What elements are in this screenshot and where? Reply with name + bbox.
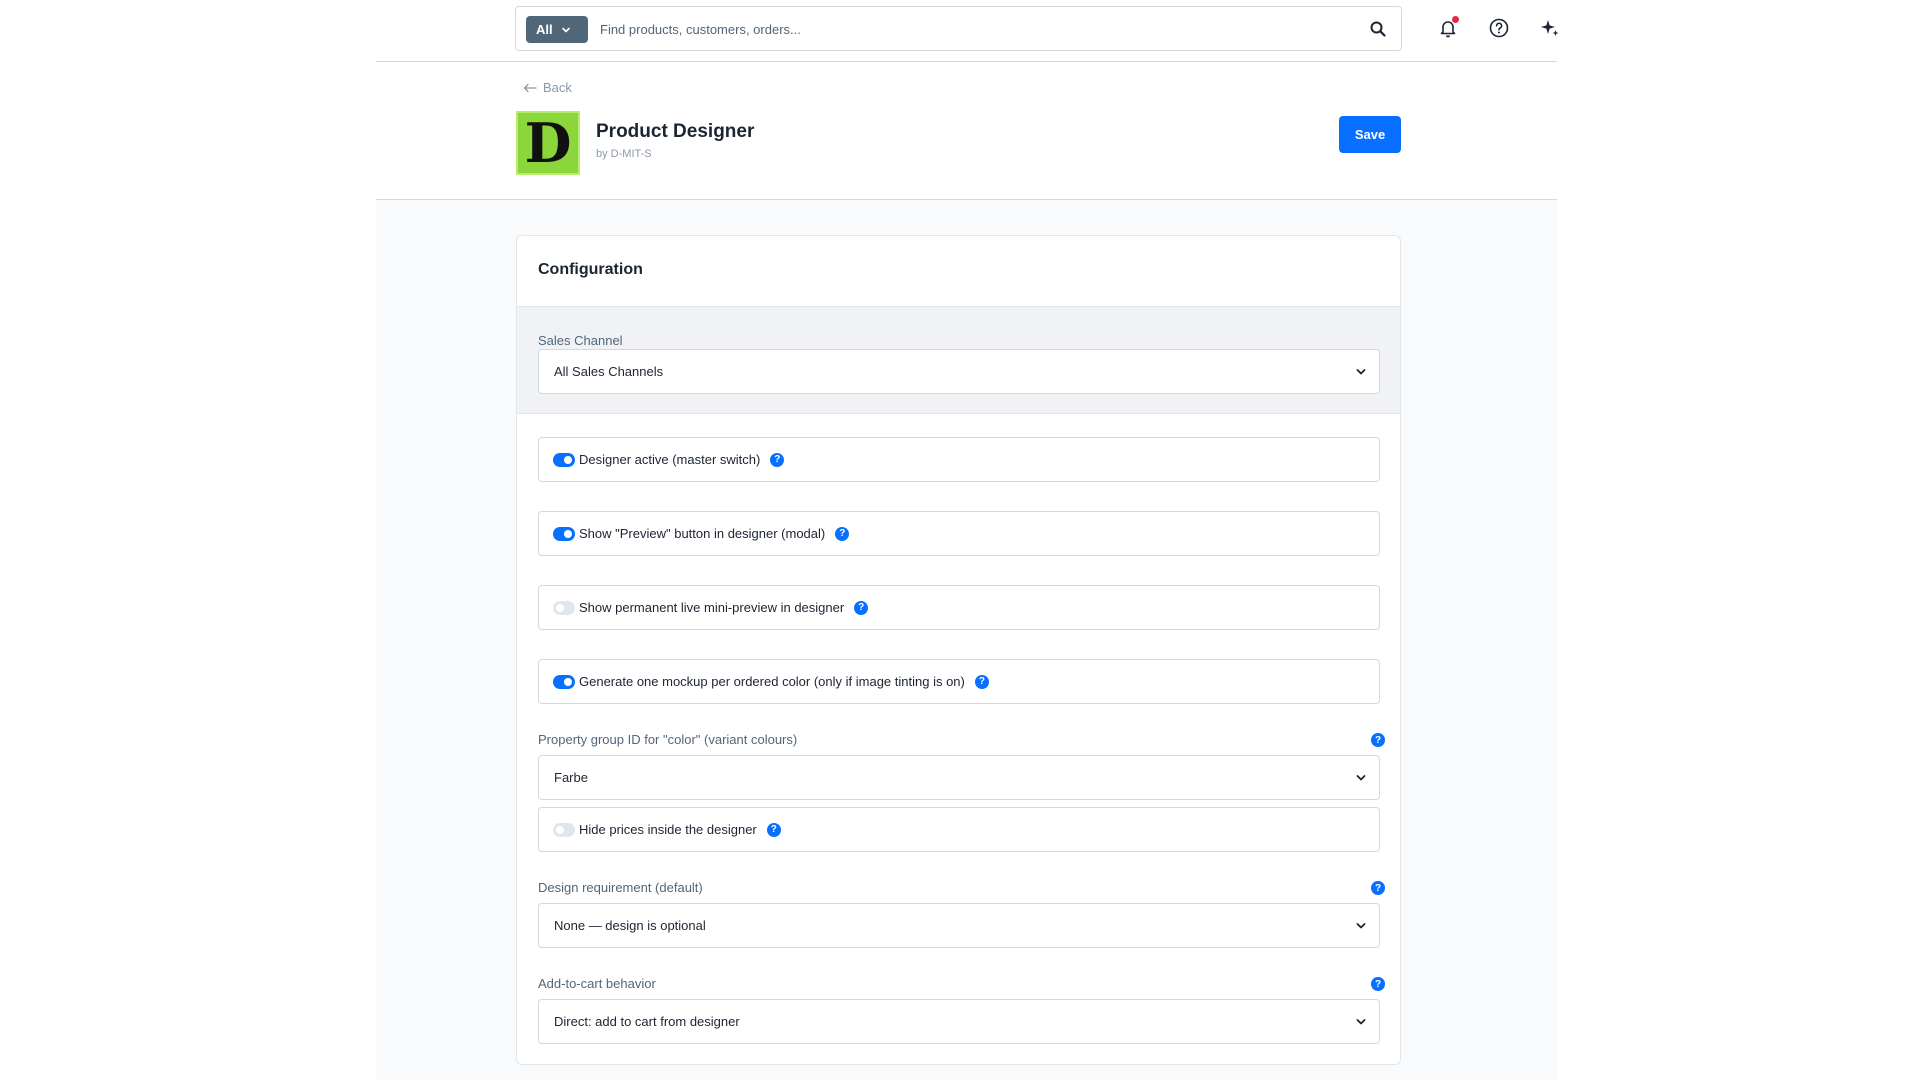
notification-badge — [1452, 16, 1459, 23]
search-scope-label: All — [536, 22, 553, 37]
toggle-mockup-per-color[interactable] — [553, 674, 575, 689]
help-icon[interactable]: ? — [1371, 881, 1385, 895]
help-icon[interactable]: ? — [770, 452, 785, 467]
app-logo-letter: D — [524, 111, 572, 175]
chevron-down-icon — [1356, 369, 1366, 375]
help-icon[interactable]: ? — [766, 822, 781, 837]
switch-row-preview-button: Show "Preview" button in designer (modal… — [538, 511, 1380, 556]
toggle-preview-button[interactable] — [553, 526, 575, 541]
chevron-down-icon — [1356, 923, 1366, 929]
switch-label: Designer active (master switch) — [579, 452, 761, 467]
switch-row-mockup-per-color: Generate one mockup per ordered color (o… — [538, 659, 1380, 704]
design-requirement-select[interactable]: None — design is optional — [538, 903, 1380, 948]
chevron-down-icon — [561, 27, 570, 32]
back-link[interactable]: Back — [523, 80, 572, 95]
search-icon[interactable] — [1369, 20, 1387, 38]
chevron-down-icon — [1356, 1019, 1366, 1025]
sales-channel-label: Sales Channel — [538, 333, 623, 348]
sales-channel-select[interactable]: All Sales Channels — [538, 349, 1380, 394]
save-button[interactable]: Save — [1339, 116, 1401, 153]
help-icon[interactable]: ? — [974, 674, 989, 689]
switch-label: Show permanent live mini-preview in desi… — [579, 600, 845, 615]
card-title: Configuration — [538, 261, 643, 278]
color-group-label: Property group ID for "color" (variant c… — [538, 732, 798, 747]
global-search: All — [515, 6, 1402, 51]
app-header: Back D Product Designer by D-MIT-S Save — [376, 62, 1557, 200]
help-icon[interactable]: ? — [1371, 733, 1385, 747]
design-requirement-label: Design requirement (default) — [538, 880, 703, 895]
toggle-designer-active[interactable] — [553, 452, 575, 467]
color-group-value: Farbe — [554, 770, 588, 785]
switch-row-hide-prices: Hide prices inside the designer ? — [538, 807, 1380, 852]
add-to-cart-select[interactable]: Direct: add to cart from designer — [538, 999, 1380, 1044]
toggle-mini-preview[interactable] — [553, 600, 575, 615]
add-to-cart-label: Add-to-cart behavior — [538, 976, 656, 991]
sales-channel-section: Sales Channel All Sales Channels — [517, 306, 1400, 414]
help-icon[interactable]: ? — [835, 526, 850, 541]
search-input[interactable] — [600, 16, 1340, 43]
help-icon[interactable]: ? — [1371, 977, 1385, 991]
switch-row-mini-preview: Show permanent live mini-preview in desi… — [538, 585, 1380, 630]
app-vendor: by D-MIT-S — [596, 148, 652, 160]
sparkle-icon[interactable] — [1539, 17, 1561, 39]
switch-label: Hide prices inside the designer — [579, 822, 757, 837]
switch-label: Generate one mockup per ordered color (o… — [579, 674, 965, 689]
sales-channel-value: All Sales Channels — [554, 364, 664, 379]
page-title: Product Designer — [596, 121, 755, 142]
switch-row-designer-active: Designer active (master switch) ? — [538, 437, 1380, 482]
app-logo: D — [516, 111, 580, 175]
color-group-select[interactable]: Farbe — [538, 755, 1380, 800]
back-label: Back — [543, 80, 572, 95]
chevron-down-icon — [1356, 775, 1366, 781]
help-circle-icon[interactable] — [1488, 17, 1510, 39]
switch-label: Show "Preview" button in designer (modal… — [579, 526, 826, 541]
toggle-hide-prices[interactable] — [553, 822, 575, 837]
arrow-left-icon — [523, 83, 537, 92]
top-bar: All — [376, 0, 1559, 62]
design-requirement-value: None — design is optional — [554, 918, 706, 933]
configuration-card: Configuration Sales Channel All Sales Ch… — [516, 235, 1401, 1065]
help-icon[interactable]: ? — [854, 600, 869, 615]
search-scope-dropdown[interactable]: All — [526, 16, 588, 43]
add-to-cart-value: Direct: add to cart from designer — [554, 1014, 740, 1029]
